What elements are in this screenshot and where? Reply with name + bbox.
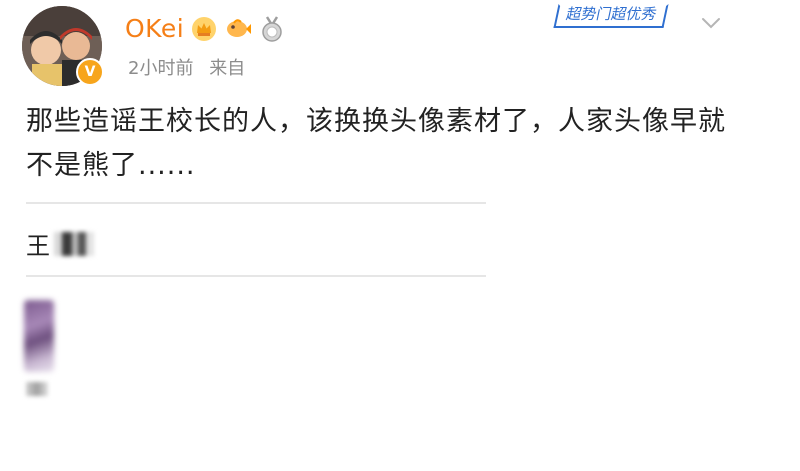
post-time: 2小时前	[128, 58, 194, 79]
avatar[interactable]: V	[22, 6, 104, 86]
blurred-thumbnail[interactable]	[24, 300, 54, 372]
super-topic-tag[interactable]: 超势门超优秀	[553, 4, 669, 28]
quoted-user-name: 王	[26, 232, 50, 260]
blurred-caption	[26, 382, 48, 396]
post-text: 那些造谣王校长的人，该换换头像素材了，人家头像早就不是熊了......	[26, 106, 726, 181]
medal-badge-icon	[262, 16, 282, 42]
chevron-down-icon[interactable]	[700, 12, 722, 34]
blurred-name-region	[54, 231, 94, 256]
user-badges	[190, 15, 286, 43]
post-source[interactable]: 来自	[209, 58, 245, 79]
quoted-user[interactable]: 王	[26, 226, 94, 261]
crown-badge-icon	[192, 17, 216, 41]
fish-badge-icon	[227, 19, 251, 37]
post-meta: 2小时前 来自	[128, 54, 255, 80]
username[interactable]: OKei	[125, 14, 184, 43]
divider	[26, 202, 486, 204]
divider	[26, 275, 486, 277]
verified-badge-icon: V	[76, 58, 104, 86]
